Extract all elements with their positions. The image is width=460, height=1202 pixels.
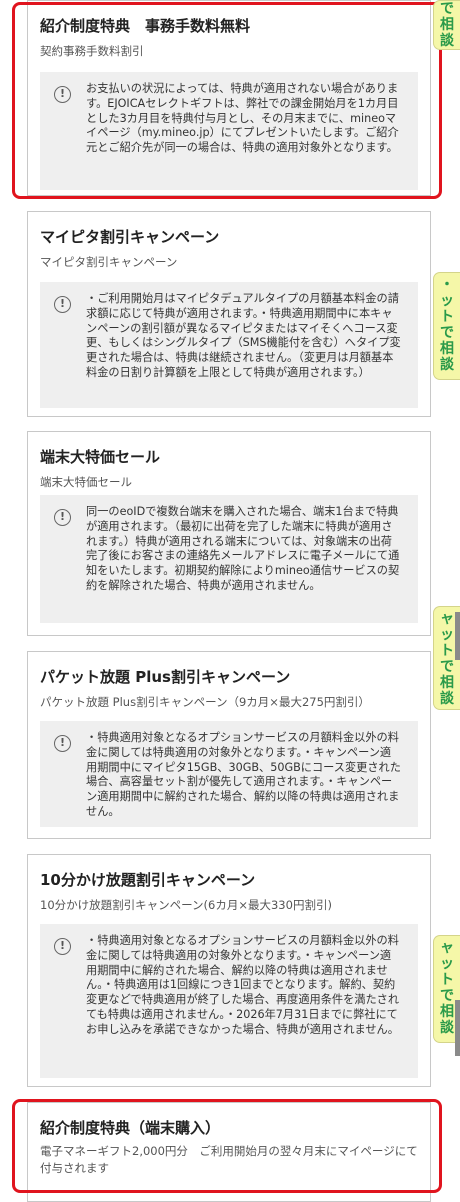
card-subtitle: 端末大特価セール [40, 475, 132, 489]
benefit-card-10min-calls: 10分かけ放題割引キャンペーン 10分かけ放題割引キャンペーン(6カ月×最大33… [27, 854, 431, 1087]
benefit-card-device-sale: 端末大特価セール 端末大特価セール ! 同一のeoIDで複数台端末を購入された場… [27, 431, 431, 636]
card-notice: ! ・ご利用開始月はマイピタデュアルタイプの月額基本料金の請求額に応じて特典が適… [40, 282, 418, 408]
card-title: マイピタ割引キャンペーン [40, 228, 220, 246]
card-notice: ! ・特典適用対象となるオプションサービスの月額料金以外の料金に関しては特典適用… [40, 721, 418, 827]
notice-text: 同一のeoIDで複数台端末を購入された場合、端末1台まで特典が適用されます。（最… [86, 505, 400, 592]
notice-text: ・ご利用開始月はマイピタデュアルタイプの月額基本料金の請求額に応じて特典が適用さ… [86, 292, 401, 379]
scrollbar-thumb[interactable] [455, 612, 460, 660]
chat-consult-tab[interactable]: で相談 [433, 0, 460, 50]
card-subtitle: パケット放題 Plus割引キャンペーン（9カ月×最大275円割引） [40, 695, 370, 709]
benefit-card-mypita-discount: マイピタ割引キャンペーン マイピタ割引キャンペーン ! ・ご利用開始月はマイピタ… [27, 211, 431, 417]
info-icon: ! [54, 509, 71, 526]
benefit-card-packet-plus: パケット放題 Plus割引キャンペーン パケット放題 Plus割引キャンペーン（… [27, 651, 431, 839]
card-title: 10分かけ放題割引キャンペーン [40, 871, 256, 889]
card-subtitle: 10分かけ放題割引キャンペーン(6カ月×最大330円割引) [40, 898, 332, 912]
card-notice: ! 同一のeoIDで複数台端末を購入された場合、端末1台まで特典が適用されます。… [40, 495, 418, 623]
info-icon: ! [54, 296, 71, 313]
notice-text: ・特典適用対象となるオプションサービスの月額料金以外の料金に関しては特典適用の対… [86, 934, 400, 1036]
info-icon: ! [54, 938, 71, 955]
card-title: パケット放題 Plus割引キャンペーン [40, 668, 291, 686]
notice-text: ・特典適用対象となるオプションサービスの月額料金以外の料金に関しては特典適用の対… [86, 731, 401, 818]
card-notice: ! ・特典適用対象となるオプションサービスの月額料金以外の料金に関しては特典適用… [40, 924, 418, 1078]
scrollbar-thumb[interactable] [455, 1000, 460, 1056]
card-title: 端末大特価セール [40, 448, 161, 466]
card-subtitle: マイピタ割引キャンペーン [40, 255, 178, 269]
highlight-box-top [12, 2, 442, 199]
highlight-box-bottom [12, 1099, 442, 1193]
info-icon: ! [54, 735, 71, 752]
chat-consult-tab[interactable]: ・ットで相談 [433, 272, 460, 380]
